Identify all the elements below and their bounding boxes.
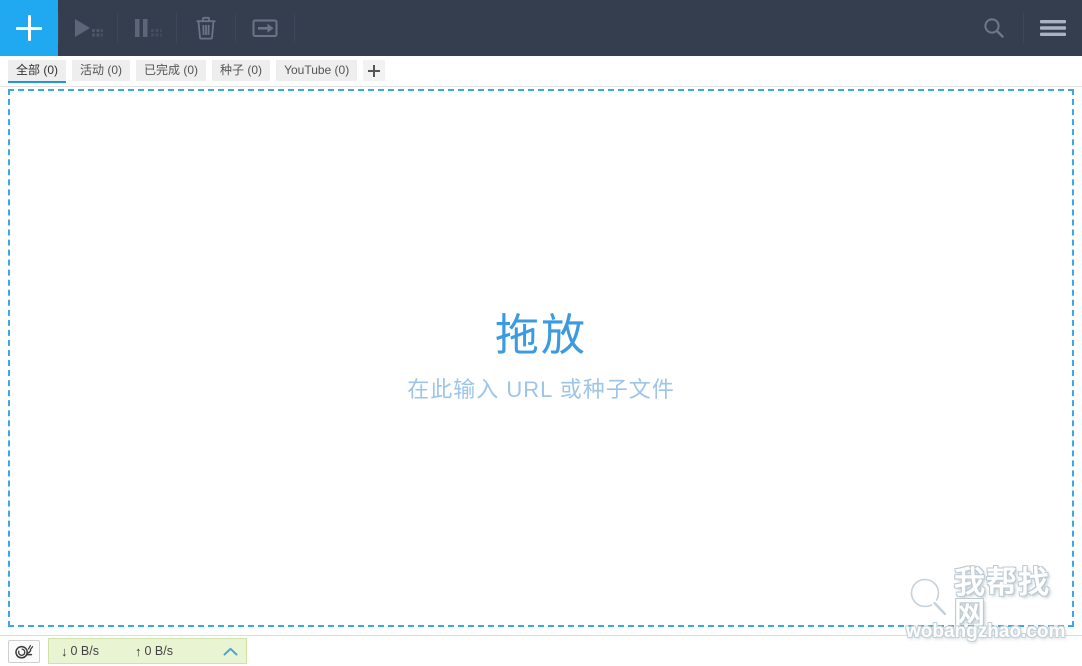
menu-button[interactable] <box>1024 0 1082 56</box>
chevron-up-icon[interactable] <box>223 647 238 656</box>
trash-icon <box>194 15 218 41</box>
search-button[interactable] <box>965 0 1023 56</box>
hamburger-menu-icon <box>1039 17 1067 39</box>
add-tab-button[interactable] <box>363 60 386 81</box>
tab-bar: 全部 (0) 活动 (0) 已完成 (0) 种子 (0) YouTube (0) <box>0 56 1082 87</box>
move-button[interactable] <box>236 0 294 56</box>
pause-all-icon <box>132 16 162 40</box>
upload-speed: ↑ 0 B/s <box>135 644 173 659</box>
pause-all-button[interactable] <box>118 0 176 56</box>
drop-zone-title: 拖放 <box>495 310 587 360</box>
status-bar: ↓ 0 B/s ↑ 0 B/s <box>0 635 1082 666</box>
snail-icon <box>14 644 34 659</box>
plus-icon <box>16 15 42 41</box>
move-folder-icon <box>250 16 280 40</box>
tab-torrents[interactable]: 种子 (0) <box>212 60 271 81</box>
drop-zone[interactable]: 拖放 在此输入 URL 或种子文件 <box>8 89 1074 627</box>
arrow-down-icon: ↓ <box>61 643 68 659</box>
download-speed: ↓ 0 B/s <box>61 644 99 659</box>
start-all-button[interactable] <box>59 0 117 56</box>
upload-speed-value: 0 B/s <box>144 644 174 658</box>
add-task-button[interactable] <box>0 0 58 56</box>
tab-youtube[interactable]: YouTube (0) <box>276 60 358 81</box>
speed-limit-button[interactable] <box>8 639 40 663</box>
main-toolbar <box>0 0 1082 56</box>
tab-all[interactable]: 全部 (0) <box>8 60 67 83</box>
speed-panel[interactable]: ↓ 0 B/s ↑ 0 B/s <box>48 638 247 664</box>
tab-active[interactable]: 活动 (0) <box>72 60 131 81</box>
delete-button[interactable] <box>177 0 235 56</box>
arrow-up-icon: ↑ <box>135 643 142 659</box>
drop-zone-subtitle: 在此输入 URL 或种子文件 <box>407 377 675 403</box>
search-icon <box>981 15 1007 41</box>
play-all-icon <box>73 16 103 40</box>
download-speed-value: 0 B/s <box>70 644 100 658</box>
tab-completed[interactable]: 已完成 (0) <box>136 60 207 81</box>
